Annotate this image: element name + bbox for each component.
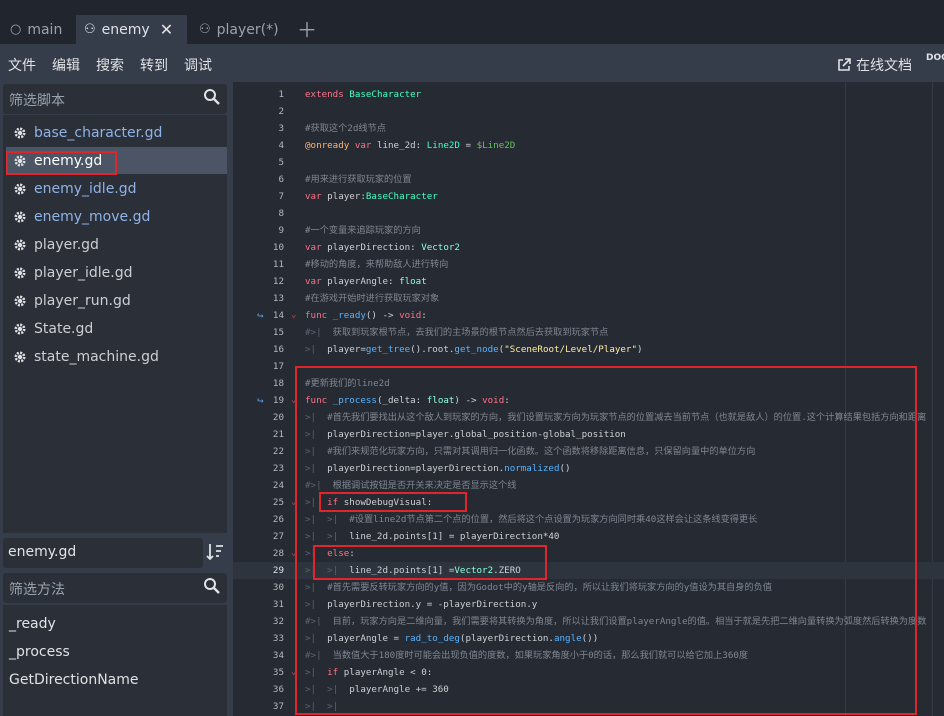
script-name: enemy_move.gd [34,208,151,225]
code-editor[interactable]: 1 extends BaseCharacter 2 3 #获取这个2d线节点 4 @o… [233,82,944,716]
script-name: player_idle.gd [34,264,133,281]
highlight-box-if-debug [319,492,467,512]
script-name: base_character.gd [34,124,163,141]
method-item-process[interactable]: _process [9,644,70,660]
code-line: 5 [278,157,284,168]
menu-edit[interactable]: 编辑 [52,55,80,75]
script-name: player_run.gd [34,292,131,309]
code-line: 8 [278,208,284,219]
online-docs-button[interactable]: 在线文档 [837,55,912,75]
gear-icon [14,295,26,306]
gear-icon [14,323,26,334]
tab-label: player(*) [216,21,279,38]
tab-main[interactable]: ○ main [10,15,62,44]
gear-icon [14,267,26,278]
script-item-state-machine[interactable]: state_machine.gd [6,343,227,370]
highlight-box-process-function [295,366,917,715]
tab-enemy[interactable]: ⚇ enemy ✕ [76,15,187,44]
gear-icon [14,351,26,362]
highlight-box-enemy-gd [6,151,117,175]
tab-player[interactable]: ⚇ player(*) [199,15,279,44]
script-name: enemy_idle.gd [34,180,137,197]
gear-icon [14,211,26,222]
script-item-base-character[interactable]: base_character.gd [6,119,227,146]
current-script-label: enemy.gd [8,544,77,560]
code-line: 3 #获取这个2d线节点 [278,123,386,134]
method-item-ready[interactable]: _ready [9,616,56,632]
gear-icon [14,239,26,250]
menu-debug[interactable]: 调试 [184,55,212,75]
sort-icon[interactable] [205,541,225,563]
script-item-state[interactable]: State.gd [6,315,227,342]
script-item-player-idle[interactable]: player_idle.gd [6,259,227,286]
editor-tab-bar: ○ main ⚇ enemy ✕ ⚇ player(*) ＋ [0,0,944,44]
current-script-name: enemy.gd [3,538,203,568]
code-line: 10 var playerDirection: Vector2 [272,242,460,253]
script-item-player[interactable]: player.gd [6,231,227,258]
script-menu-bar: 文件 编辑 搜索 转到 调试 在线文档 DOC [0,44,944,82]
close-icon[interactable]: ✕ [160,20,173,39]
code-line: 12 var playerAngle: float [272,276,427,287]
code-line: 13 #在游戏开始时进行获取玩家对象 [272,293,440,304]
method-item-getdirectionname[interactable]: GetDirectionName [9,672,139,688]
code-line: 1 extends BaseCharacter [278,89,422,100]
script-name: state_machine.gd [34,348,159,365]
code-line: 2 [278,106,284,117]
node-icon: ⚇ [84,22,96,37]
docs-search-button[interactable]: DOC [926,53,944,63]
method-list: _ready _process GetDirectionName [3,605,227,716]
menu-file[interactable]: 文件 [8,55,36,75]
tab-label: main [27,21,63,38]
code-line: 4 @onready var line_2d: Line2D = $Line2D [278,140,516,151]
script-item-enemy-move[interactable]: enemy_move.gd [6,203,227,230]
code-line: 9 #一个变量来追踪玩家的方向 [278,225,421,236]
code-line: 6 #用来进行获取玩家的位置 [278,174,412,185]
filter-scripts-placeholder: 筛选脚本 [9,93,65,109]
add-tab-button[interactable]: ＋ [297,14,317,43]
script-item-player-run[interactable]: player_run.gd [6,287,227,314]
gear-icon [14,127,26,138]
online-docs-label: 在线文档 [856,58,912,74]
code-line: 11 #移动的角度，来帮助敌人进行转向 [272,259,449,270]
filter-methods-placeholder: 筛选方法 [9,582,65,598]
tab-label: enemy [101,21,150,38]
menu-goto[interactable]: 转到 [140,55,168,75]
filter-methods-input[interactable]: 筛选方法 [3,573,227,603]
menu-search[interactable]: 搜索 [96,55,124,75]
node-icon: ⚇ [199,22,211,37]
gear-icon [14,183,26,194]
code-line: ↪ 14 ⌄ func _ready() -> void: [257,307,427,324]
code-line: 16 >| player=get_tree().root.get_node("Sc… [272,344,643,355]
code-line: 15 #>| 获取到玩家根节点，去我们的主场景的根节点然后去获取到玩家节点 [272,327,609,338]
external-link-icon [838,58,851,71]
fold-arrow-icon[interactable]: ⌄ [291,307,303,324]
circle-icon: ○ [10,22,22,37]
script-item-enemy-idle[interactable]: enemy_idle.gd [6,175,227,202]
code-line: 7 var player:BaseCharacter [278,191,438,202]
search-icon [204,578,220,594]
script-list: base_character.gd enemy.gd enemy_idle.gd… [3,115,227,533]
script-name: player.gd [34,236,99,253]
search-icon [204,89,220,105]
filter-scripts-input[interactable]: 筛选脚本 [3,84,227,114]
highlight-box-else-branch [313,545,547,580]
script-name: State.gd [34,320,94,337]
